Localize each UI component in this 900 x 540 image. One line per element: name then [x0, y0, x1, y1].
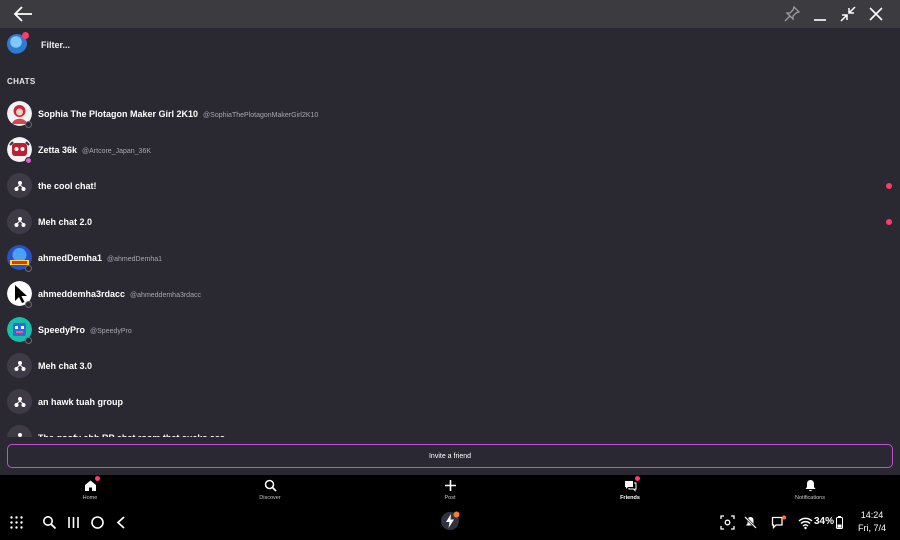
- chat-name-text: SpeedyPro: [38, 325, 86, 335]
- chat-name-text: ahmedDemha1: [38, 253, 103, 263]
- notification-dot: [22, 32, 29, 39]
- unread-dot: [886, 183, 892, 189]
- presence-indicator: [25, 265, 32, 272]
- chat-row[interactable]: The goofy ahh RP chat room that sucks as…: [0, 420, 900, 437]
- chat-name: the cool chat!: [38, 181, 97, 191]
- minimize-icon[interactable]: [811, 5, 829, 23]
- tab-label: Discover: [259, 495, 281, 501]
- chat-name-text: ahmeddemha3rdacc: [38, 289, 126, 299]
- tab-label: Notifications: [795, 495, 825, 501]
- system-navigation-bar: 34% 14:24 Fri, 7/4: [0, 505, 900, 540]
- chat-row[interactable]: Meh chat 3.0: [0, 348, 900, 384]
- my-avatar[interactable]: [7, 32, 29, 54]
- home-nav-icon[interactable]: [90, 515, 105, 530]
- chat-name-text: the cool chat!: [38, 181, 97, 191]
- group-chat-icon: [7, 389, 32, 414]
- chat-row[interactable]: an hawk tuah group: [0, 384, 900, 420]
- tab-home[interactable]: Home: [60, 476, 120, 505]
- chat-handle: @Artcore_Japan_36K: [82, 148, 152, 155]
- battery-icon: [836, 516, 843, 529]
- search-icon[interactable]: [42, 515, 57, 530]
- back-nav-icon[interactable]: [114, 515, 129, 530]
- chat-name: an hawk tuah group: [38, 397, 123, 407]
- presence-indicator: [25, 301, 32, 308]
- chat-row[interactable]: Zetta 36k @Artcore_Japan_36K: [0, 132, 900, 168]
- bell-icon: [805, 480, 815, 491]
- chat-row[interactable]: ahmedDemha1 @ahmedDemha1: [0, 240, 900, 276]
- wifi-icon: [798, 517, 813, 530]
- window-title-bar: [0, 0, 900, 28]
- filter-input[interactable]: Filter...: [41, 40, 70, 50]
- chat-bubbles-icon: [624, 481, 636, 492]
- chat-name: Meh chat 3.0: [38, 361, 92, 371]
- chat-row[interactable]: the cool chat!: [0, 168, 900, 204]
- battery-percent: 34%: [814, 516, 835, 527]
- close-icon[interactable]: [867, 5, 885, 23]
- chat-handle: @ahmeddemha3rdacc: [130, 292, 201, 299]
- pin-icon[interactable]: [783, 5, 801, 23]
- chat-name: Meh chat 2.0: [38, 217, 92, 227]
- message-notification-icon[interactable]: [771, 515, 786, 530]
- chat-name: ahmedDemha1 @ahmedDemha1: [38, 253, 162, 263]
- chat-name-text: Zetta 36k: [38, 145, 78, 155]
- clock-time: 14:24: [860, 510, 884, 520]
- friends-badge: [635, 476, 640, 481]
- home-badge: [95, 476, 100, 481]
- plus-icon: [444, 480, 456, 491]
- chat-row[interactable]: Meh chat 2.0: [0, 204, 900, 240]
- chat-name: Sophia The Plotagon Maker Girl 2K10 @Soph…: [38, 109, 318, 119]
- tab-label: Home: [82, 495, 98, 501]
- group-chat-icon: [7, 353, 32, 378]
- chat-handle: @ahmedDemha1: [107, 256, 162, 263]
- chat-name: ahmeddemha3rdacc @ahmeddemha3rdacc: [38, 289, 201, 299]
- screenshot-icon[interactable]: [720, 515, 735, 530]
- clock: 14:24 Fri, 7/4: [852, 509, 892, 535]
- presence-indicator: [25, 157, 32, 164]
- presence-indicator: [25, 121, 32, 128]
- tab-post[interactable]: Post: [420, 479, 480, 505]
- tab-discover[interactable]: Discover: [240, 479, 300, 505]
- filter-row[interactable]: Filter...: [0, 30, 900, 62]
- chat-handle: @SpeedyPro: [90, 328, 132, 335]
- search-icon: [264, 479, 277, 492]
- chat-name-text: Meh chat 2.0: [38, 217, 93, 227]
- home-icon: [84, 480, 96, 491]
- section-title: CHATS: [7, 77, 36, 86]
- mute-icon: [744, 516, 757, 529]
- recent-apps-icon[interactable]: [66, 515, 81, 530]
- group-chat-icon: [7, 425, 32, 437]
- app-launcher-icon[interactable]: [440, 511, 460, 531]
- tab-label: Post: [444, 495, 456, 501]
- tab-label: Friends: [620, 495, 640, 501]
- chat-list[interactable]: Sophia The Plotagon Maker Girl 2K10 @Soph…: [0, 96, 900, 437]
- chat-name-text: an hawk tuah group: [38, 397, 124, 407]
- presence-indicator: [25, 337, 32, 344]
- app-grid-icon[interactable]: [9, 515, 24, 530]
- chat-name: SpeedyPro @SpeedyPro: [38, 325, 132, 335]
- tab-friends[interactable]: Friends: [600, 476, 660, 505]
- chat-row[interactable]: ahmeddemha3rdacc @ahmeddemha3rdacc: [0, 276, 900, 312]
- chat-row[interactable]: SpeedyPro @SpeedyPro: [0, 312, 900, 348]
- chat-name-text: Meh chat 3.0: [38, 361, 93, 371]
- chat-name-text: Sophia The Plotagon Maker Girl 2K10: [38, 109, 199, 119]
- group-chat-icon: [7, 209, 32, 234]
- chat-name: Zetta 36k @Artcore_Japan_36K: [38, 145, 151, 155]
- bottom-tab-bar: Home Discover Post Friends Notifications: [0, 475, 900, 505]
- invite-area: Invite a friend: [0, 437, 900, 475]
- back-arrow-icon[interactable]: [12, 4, 34, 24]
- restore-icon[interactable]: [839, 5, 857, 23]
- chat-row[interactable]: Sophia The Plotagon Maker Girl 2K10 @Soph…: [0, 96, 900, 132]
- group-chat-icon: [7, 173, 32, 198]
- tab-notifications[interactable]: Notifications: [780, 479, 840, 505]
- chat-handle: @SophiaThePlotagonMakerGirl2K10: [203, 112, 319, 119]
- unread-dot: [886, 219, 892, 225]
- clock-date: Fri, 7/4: [857, 523, 886, 533]
- invite-friend-button[interactable]: Invite a friend: [7, 444, 893, 468]
